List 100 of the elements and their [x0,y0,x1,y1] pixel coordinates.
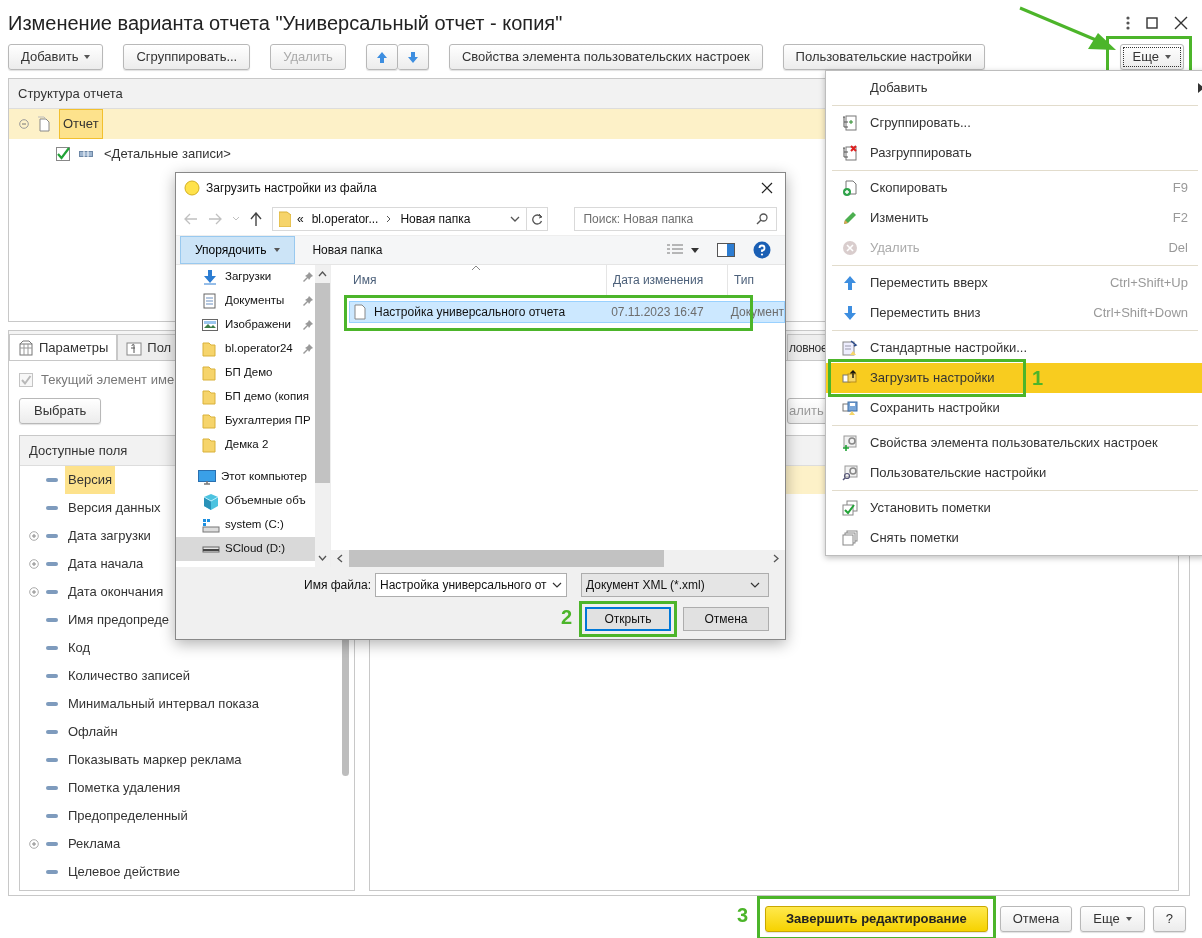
field-item[interactable]: Показывать маркер реклама [65,746,245,774]
caret-icon [1165,55,1171,59]
path-segment[interactable]: Новая папка [400,210,471,228]
checked-checkbox[interactable] [55,146,71,162]
new-folder-button[interactable]: Новая папка [311,240,384,260]
back-arrow-icon [184,213,198,225]
nav-item[interactable]: Объемные объ [176,489,315,513]
field-icon [46,562,58,566]
nav-item[interactable]: БП Демо [176,361,315,385]
app-icon [184,180,200,196]
menu-item[interactable]: Сгруппировать... [826,108,1202,138]
nav-item[interactable]: SCloud (D:) [176,537,315,561]
search-field[interactable]: Поиск: Новая папка [574,207,777,231]
field-item[interactable]: Реклама [65,830,124,858]
field-item[interactable]: Предопределенный [65,802,191,830]
field-icon [46,730,58,734]
footer-button[interactable]: Еще [1080,906,1145,932]
field-label: Имя файла: [304,577,371,594]
footer-button[interactable]: ? [1152,906,1186,932]
field-item[interactable]: Целевое действие [65,858,183,886]
scrollbar-thumb[interactable] [315,283,330,483]
menu-item[interactable]: Изменить F2 [826,203,1202,233]
menu-item[interactable]: Скопировать F9 [826,173,1202,203]
toolbar-button[interactable]: Добавить [8,44,104,70]
preview-pane-icon [717,243,735,257]
dialog-button[interactable]: Открыть [585,607,671,631]
view-icon [667,244,683,256]
filename-field[interactable]: Настройка универсального от [374,573,567,597]
caret-icon [274,248,281,252]
menu-item[interactable]: Переместить вниз Ctrl+Shift+Down [826,298,1202,328]
menu-item[interactable]: Разгруппировать [826,138,1202,168]
shortcut-label: Ctrl+Shift+Down [1093,304,1188,323]
nav-item[interactable]: Этот компьютер [176,465,315,489]
menu-item-label: Пользовательские настройки [870,464,1047,483]
scrollbar-thumb[interactable] [349,550,664,567]
step-number: 1 [1032,368,1044,388]
scroll-down-icon [318,555,327,561]
field-item[interactable]: Пометка удаления [65,774,184,802]
field-item[interactable]: Версия данных [65,494,164,522]
gear-plus-icon [842,435,858,451]
field-item[interactable]: Минимальный интервал показа [65,690,262,718]
floppy-icon [842,400,858,416]
tab[interactable]: Параметры [9,334,118,360]
nav-item[interactable]: Загрузки [176,265,315,289]
path-segment[interactable]: bl.operator... [311,210,379,228]
toolbar-button[interactable]: Пользовательские настройки [782,44,985,70]
menu-item-label: Переместить вниз [870,304,981,323]
column-header[interactable]: Имя [331,265,607,295]
sort-caret-icon [471,265,481,271]
file-type-select[interactable]: Документ XML (*.xml) [580,573,769,597]
nav-item[interactable]: Демка 2 [176,433,315,457]
nav-item[interactable]: Бухгалтерия ПР [176,409,315,433]
checkbox-label: Текущий элемент име [41,371,175,390]
more-button[interactable]: Еще [1119,44,1184,70]
column-header[interactable]: Тип [728,265,785,295]
menu-item[interactable]: Установить пометки [826,493,1202,523]
field-item[interactable]: Дата начала [65,550,147,578]
field-item[interactable]: Имя предопреде [65,606,172,634]
toolbar-button[interactable]: Свойства элемента пользовательских настроек [448,44,763,70]
organize-button[interactable]: Упорядочить [180,236,296,264]
move-down-button[interactable] [397,44,429,70]
more-options-icon [1126,16,1130,30]
footer-button[interactable]: Отмена [999,906,1073,932]
column-header[interactable]: Дата изменения [607,265,728,295]
menu-item[interactable]: Свойства элемента пользовательских настроек [826,428,1202,458]
image-icon [202,316,220,334]
address-bar[interactable]: « bl.operator... Новая папка [272,207,549,231]
field-icon [46,478,58,482]
tree-item[interactable]: Отчет [59,109,103,139]
menu-item-label: Загрузить настройки [870,369,995,388]
pencil-icon [842,210,858,226]
toolbar-button[interactable]: Сгруппировать... [123,44,251,70]
dialog-button[interactable]: Отмена [683,607,769,631]
nav-item[interactable]: Документы [176,289,315,313]
upload-icon [842,370,858,386]
menu-item[interactable]: Переместить вверх Ctrl+Shift+Up [826,268,1202,298]
field-item[interactable]: Код [65,634,94,662]
tree-item[interactable]: <Детальные записи> [101,140,234,168]
chevron-down-icon [749,582,760,588]
document-icon [37,116,51,132]
path-segment[interactable]: « [297,210,304,228]
nav-item[interactable]: БП демо (копия [176,385,315,409]
nav-item-label: БП демо (копия [225,389,309,405]
drive-icon [202,545,220,553]
move-up-button[interactable] [365,44,398,70]
menu-item[interactable]: Пользовательские настройки [826,458,1202,488]
field-item[interactable]: Дата окончания [65,578,167,606]
nav-item[interactable]: Изображени [176,313,315,337]
field-item[interactable]: Версия [65,466,115,494]
field-item[interactable]: Дата загрузки [65,522,154,550]
tree-list-icon [842,115,858,131]
gear-search-icon [842,465,858,481]
field-item[interactable]: Офлайн [65,718,121,746]
field-item[interactable]: Количество записей [65,662,193,690]
choose-button[interactable]: Выбрать [19,398,102,424]
stacked-squares-icon [842,530,858,546]
nav-item[interactable]: system (C:) [176,513,315,537]
menu-item[interactable]: Снять пометки [826,523,1202,553]
footer-button[interactable]: Завершить редактирование [764,906,988,932]
maximize-icon [1146,17,1158,29]
